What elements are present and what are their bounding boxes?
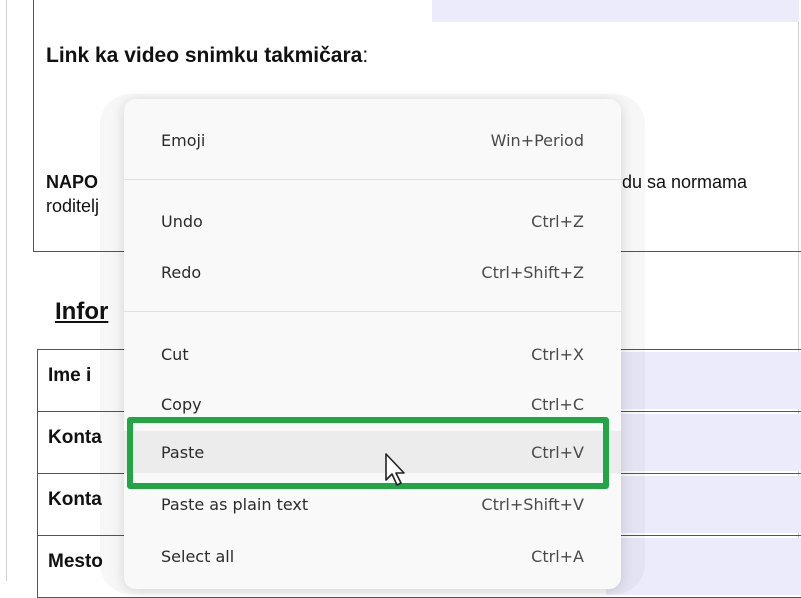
menu-item-shortcut: Ctrl+X (531, 345, 584, 364)
context-menu: Emoji Win+Period Undo Ctrl+Z Redo Ctrl+S… (124, 99, 621, 589)
video-link-label: Link ka video snimku takmičara: (46, 44, 369, 67)
menu-item-shortcut: Win+Period (490, 131, 584, 150)
row-label: Ime i (48, 365, 92, 386)
row-label: Mesto (48, 551, 103, 572)
menu-separator (124, 179, 621, 180)
menu-item-shortcut: Ctrl+Shift+Z (481, 263, 584, 282)
row-label: Konta (48, 489, 102, 510)
row-label: Konta (48, 427, 102, 448)
menu-item-label: Emoji (161, 131, 206, 150)
menu-item-redo[interactable]: Redo Ctrl+Shift+Z (124, 251, 621, 293)
menu-item-paste-plain-text[interactable]: Paste as plain text Ctrl+Shift+V (124, 483, 621, 525)
menu-item-cut[interactable]: Cut Ctrl+X (124, 333, 621, 375)
note-label: NAPO (46, 172, 99, 192)
menu-item-label: Cut (161, 345, 189, 364)
menu-item-label: Redo (161, 263, 202, 282)
menu-item-shortcut: Ctrl+C (530, 395, 584, 414)
menu-item-shortcut: Ctrl+Z (531, 212, 584, 231)
menu-item-label: Undo (161, 212, 203, 231)
top-input-field[interactable] (432, 0, 799, 22)
note-text-continued: roditelj (46, 196, 100, 216)
menu-item-label: Select all (161, 547, 235, 566)
menu-item-label: Copy (161, 395, 202, 414)
mouse-pointer-icon (385, 453, 405, 486)
menu-item-emoji[interactable]: Emoji Win+Period (124, 119, 621, 161)
paste-highlight-box (127, 417, 609, 489)
menu-item-label: Paste as plain text (161, 495, 309, 514)
menu-item-undo[interactable]: Undo Ctrl+Z (124, 200, 621, 242)
menu-item-select-all[interactable]: Select all Ctrl+A (124, 535, 621, 577)
menu-item-shortcut: Ctrl+Shift+V (481, 495, 584, 514)
menu-item-shortcut: Ctrl+A (531, 547, 584, 566)
menu-separator (124, 311, 621, 312)
